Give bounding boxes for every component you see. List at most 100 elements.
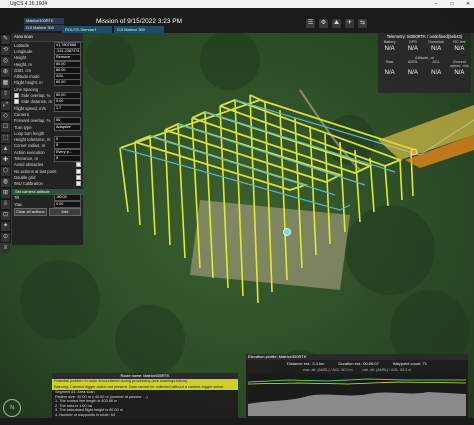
prop-label: Turn type: [14, 124, 32, 130]
crosshair-icon[interactable]: ⊕: [1, 68, 10, 77]
layers-icon[interactable]: ⊞: [1, 189, 10, 198]
prop-label: Forward overlap, %: [14, 118, 51, 124]
target-icon[interactable]: ◎: [1, 57, 10, 66]
gps-value: N/A: [407, 46, 418, 52]
window-title-bar: UgCS 4.16.1604 – □ ✕: [0, 0, 474, 8]
prop-label: No actions at last point: [14, 168, 57, 174]
toolbar-icons: ☰ ⚙ ⛰ ✈ ⇆: [306, 19, 367, 28]
vehicle-tab[interactable]: Matrice300RTK: [24, 18, 64, 24]
altitude-grid: Raw AMSL AGL Ground speed, m/s N/A N/A N…: [378, 60, 471, 79]
square-icon[interactable]: ☐: [1, 123, 10, 132]
prop-row: Double grid: [12, 174, 83, 180]
prop-label: Height: [14, 55, 27, 61]
expand-icon[interactable]: ⤢: [1, 101, 10, 110]
agl-value: N/A: [431, 70, 442, 76]
plane-icon[interactable]: ✈: [345, 19, 354, 28]
battery-value: N/A: [384, 46, 395, 52]
raw-label: Raw: [385, 60, 394, 64]
triangle-icon[interactable]: ▲: [1, 145, 10, 154]
prop-row: Flight height, m 80.00: [12, 79, 83, 87]
star-icon[interactable]: ✦: [1, 222, 10, 231]
waypoint-count: Waypoint count: 71: [392, 361, 427, 366]
gear-icon[interactable]: ⚙: [319, 19, 328, 28]
arrow-up-icon[interactable]: ⇧: [1, 90, 10, 99]
route-properties-panel: Area scan Latitude 41.7807568 Longitude -1…: [12, 33, 83, 245]
route-vehicle-tab[interactable]: DJI Matrice 300: [114, 26, 164, 33]
prop-label: Tilt: [14, 195, 20, 201]
ground-speed-label: Ground speed, m/s: [450, 60, 469, 68]
circle-icon[interactable]: ◍: [1, 178, 10, 187]
minimize-button[interactable]: –: [432, 0, 440, 8]
imu-calibration-checkbox[interactable]: [76, 181, 81, 187]
avoid-obstacles-checkbox[interactable]: [76, 162, 81, 168]
grid-icon[interactable]: ▦: [1, 79, 10, 88]
prop-label: Height, m: [14, 61, 32, 67]
route-info-line: 4. Number of waypoints in route: 64: [55, 412, 115, 417]
telemetry-grid: Battery GPS Downlink RC link N/A N/A N/A…: [378, 40, 471, 55]
double-grid-checkbox[interactable]: [76, 174, 81, 180]
add-action-button[interactable]: Add: [48, 208, 81, 217]
prop-label: Corner radius, m: [14, 143, 46, 149]
compass-icon[interactable]: N: [3, 399, 21, 417]
prop-row: Turn type Adaptive: [12, 123, 83, 131]
distance-estimate: Distance est.: 3.3 km: [287, 361, 325, 366]
close-button[interactable]: ✕: [464, 0, 472, 8]
prop-value[interactable]: 5: [54, 155, 81, 162]
maximize-button[interactable]: □: [448, 0, 456, 8]
prop-label: Double grid: [14, 174, 36, 180]
vehicle-model-tab[interactable]: DJI Matrice 300: [24, 25, 64, 31]
panel-header: Area scan: [12, 33, 83, 42]
prop-label: GSD, cm: [14, 67, 31, 73]
box-icon[interactable]: ⊡: [1, 211, 10, 220]
list-icon[interactable]: ≡: [1, 244, 10, 253]
side-overlap-radio[interactable]: [14, 93, 19, 99]
swap-icon[interactable]: ⇆: [358, 19, 367, 28]
agl-label: AGL: [432, 60, 440, 64]
prop-label: Yaw: [14, 201, 22, 207]
frame-icon[interactable]: ⬚: [1, 134, 10, 143]
prop-value[interactable]: 0.00: [54, 200, 81, 208]
route-tab[interactable]: ROUTE-Stendar1: [62, 26, 112, 33]
hexagon-icon[interactable]: ⬡: [1, 167, 10, 176]
rc-link-value: N/A: [454, 46, 465, 52]
prop-value[interactable]: Adaptive: [54, 123, 81, 131]
app-name: UgCS 4.16.1604: [10, 1, 47, 7]
route-tabs: ROUTE-Stendar1 DJI Matrice 300: [62, 26, 164, 33]
prop-label: Side overlap, %: [21, 93, 51, 99]
diamond-icon[interactable]: ◇: [1, 112, 10, 121]
prop-label: Flight speed, m/s: [14, 105, 46, 111]
edit-icon[interactable]: ✎: [1, 35, 10, 44]
raw-value: N/A: [384, 70, 395, 76]
dot-icon[interactable]: ⊙: [1, 233, 10, 242]
status-bar: [0, 418, 474, 425]
prop-label: Tolerance, m: [14, 155, 38, 161]
menu-icon[interactable]: ☰: [306, 19, 315, 28]
prop-label: Longitude: [14, 48, 33, 54]
telemetry-title: Telemetry: M300RTK / undefined(5eb43): [386, 34, 463, 39]
prop-row: Avoid obstacles: [12, 162, 83, 168]
amsl-label: AMSL: [407, 60, 419, 64]
clear-actions-button[interactable]: Clear all actions: [14, 208, 47, 217]
prop-row: Flight speed, m/s 1.7: [12, 104, 83, 112]
mission-title[interactable]: Mission of 9/15/2022 3:23 PM: [96, 18, 182, 25]
elevation-chart[interactable]: [248, 374, 466, 416]
prop-value[interactable]: 80.00: [54, 79, 81, 87]
ground-speed-value: N/A: [454, 70, 465, 76]
min-altitude: min. alt. (AMSL) / AGL: 80.0 m: [362, 368, 412, 372]
terrain-icon[interactable]: ⛰: [332, 19, 341, 28]
prop-label: Side distance, m: [21, 99, 52, 105]
prop-label: IMU Calibration: [14, 181, 43, 187]
prop-label: Camera: [14, 111, 29, 117]
panel-buttons: Clear all actions Add: [12, 207, 83, 217]
arrow-down-icon[interactable]: ⇩: [1, 200, 10, 209]
side-distance-radio[interactable]: [14, 99, 19, 105]
no-actions-checkbox[interactable]: [76, 168, 81, 174]
plus-icon[interactable]: ✚: [1, 156, 10, 165]
prop-value[interactable]: 1.7: [54, 104, 81, 112]
route-stats: Distance est.: 3.3 km Duration est.: 00:…: [246, 360, 468, 367]
duration-estimate: Duration est.: 00:06:07: [338, 361, 379, 366]
max-altitude: max. alt. (AMSL) / AGL: 80.0 m: [302, 368, 353, 372]
amsl-value: N/A: [407, 70, 418, 76]
undo-icon[interactable]: ⟲: [1, 46, 10, 55]
altitude-stats: max. alt. (AMSL) / AGL: 80.0 m min. alt.…: [246, 367, 468, 373]
